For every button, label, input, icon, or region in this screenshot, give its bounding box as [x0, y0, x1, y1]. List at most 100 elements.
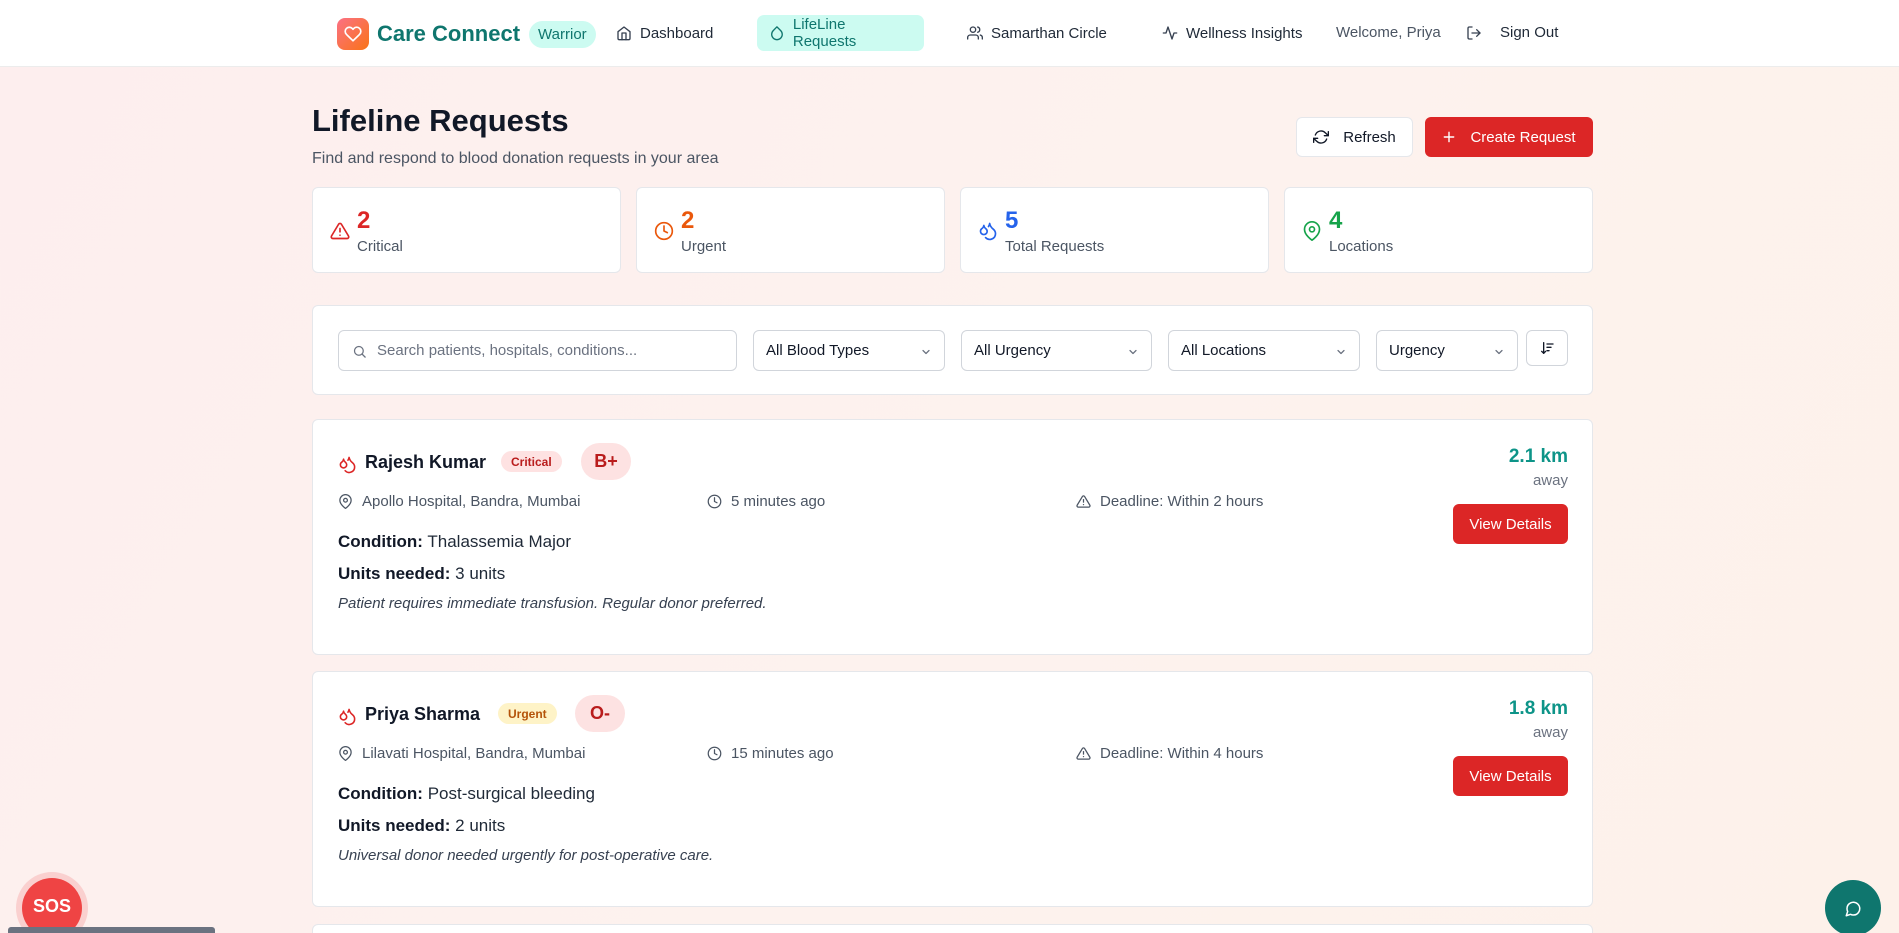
map-pin-icon [339, 494, 352, 509]
bottom-status-strip [8, 927, 215, 933]
urgency-badge: Critical [501, 451, 562, 472]
condition-value: Post-surgical bleeding [427, 784, 595, 803]
view-details-button[interactable]: View Details [1453, 756, 1568, 796]
request-note: Universal donor needed urgently for post… [338, 847, 714, 864]
deadline: Deadline: Within 2 hours [1076, 493, 1263, 510]
stat-total-requests: 5 Total Requests [960, 187, 1269, 273]
droplets-icon [339, 708, 356, 726]
posted-time-text: 15 minutes ago [731, 745, 834, 762]
message-circle-icon [1845, 901, 1861, 917]
sort-by-select-value: Urgency [1389, 342, 1445, 359]
users-icon [967, 26, 983, 40]
deadline-text: Deadline: Within 4 hours [1100, 745, 1264, 762]
urgency-select-value: All Urgency [974, 342, 1051, 359]
stat-locations-label: Locations [1329, 238, 1394, 255]
nav-wellness-insights[interactable]: Wellness Insights [1150, 15, 1314, 51]
stat-critical: 2 Critical [312, 187, 621, 273]
location-select-value: All Locations [1181, 342, 1267, 359]
sort-order-button[interactable] [1526, 330, 1568, 366]
sign-out-button[interactable]: Sign Out [1466, 24, 1558, 41]
nav-dashboard[interactable]: Dashboard [604, 15, 725, 51]
units-value: 3 units [455, 564, 506, 583]
create-request-button[interactable]: Create Request [1425, 117, 1593, 157]
sign-out-label: Sign Out [1500, 24, 1559, 41]
alert-triangle-icon [330, 222, 350, 240]
refresh-icon [1313, 130, 1330, 144]
nav-wellness-label: Wellness Insights [1186, 24, 1303, 42]
heart-icon [337, 18, 369, 50]
plus-icon [1444, 131, 1455, 143]
search-icon [353, 345, 366, 358]
brand-name: Care Connect [377, 21, 521, 46]
blood-type-badge: O- [575, 695, 625, 732]
chevron-down-icon [1495, 349, 1503, 355]
stat-critical-label: Critical [357, 238, 403, 255]
chat-button[interactable] [1825, 880, 1881, 933]
nav-lifeline-requests[interactable]: LifeLine Requests [757, 15, 924, 51]
condition: Condition: Thalassemia Major [338, 532, 571, 552]
alert-triangle-icon [1076, 495, 1091, 508]
nav-samarthan-label: Samarthan Circle [991, 24, 1107, 42]
search-input[interactable] [377, 331, 727, 370]
request-card-partial [312, 924, 1593, 933]
map-pin-icon [1303, 221, 1321, 241]
top-navbar: Care Connect Warrior Dashboard LifeLine … [0, 0, 1899, 67]
search-box[interactable] [338, 330, 737, 371]
patient-name: Priya Sharma [365, 704, 481, 724]
request-note: Patient requires immediate transfusion. … [338, 595, 767, 612]
hospital-location: Apollo Hospital, Bandra, Mumbai [338, 493, 580, 510]
units-value: 2 units [455, 816, 506, 835]
request-card: Priya Sharma Urgent O- Lilavati Hospital… [312, 671, 1593, 907]
droplet-icon [771, 26, 783, 41]
refresh-label: Refresh [1343, 128, 1396, 146]
hospital-location: Lilavati Hospital, Bandra, Mumbai [338, 745, 585, 762]
units-label: Units needed: [338, 564, 451, 583]
chevron-down-icon [1129, 349, 1137, 355]
chevron-down-icon [1337, 349, 1345, 355]
sos-button[interactable]: SOS [22, 878, 82, 933]
condition: Condition: Post-surgical bleeding [338, 784, 595, 804]
blood-type-select-value: All Blood Types [766, 342, 870, 359]
droplets-icon [979, 222, 997, 241]
nav-lifeline-label: LifeLine Requests [792, 16, 857, 50]
create-request-label: Create Request [1470, 128, 1576, 146]
welcome-text: Welcome, Priya [1336, 24, 1441, 41]
view-details-label: View Details [1469, 767, 1552, 785]
sort-descending-icon [1541, 342, 1554, 354]
stat-total-value: 5 [1005, 207, 1019, 234]
distance-suffix: away [1532, 724, 1568, 741]
hospital-text: Lilavati Hospital, Bandra, Mumbai [362, 745, 586, 762]
urgency-select[interactable]: All Urgency [961, 330, 1152, 371]
clock-icon [707, 494, 722, 509]
nav-samarthan-circle[interactable]: Samarthan Circle [955, 15, 1119, 51]
refresh-button[interactable]: Refresh [1296, 117, 1413, 157]
view-details-button[interactable]: View Details [1453, 504, 1568, 544]
brand[interactable]: Care Connect Warrior [337, 18, 596, 50]
units-label: Units needed: [338, 816, 451, 835]
urgency-badge: Urgent [498, 703, 557, 724]
alert-triangle-icon [1076, 747, 1091, 760]
posted-time-text: 5 minutes ago [731, 493, 826, 510]
page-title: Lifeline Requests [312, 103, 569, 138]
deadline: Deadline: Within 4 hours [1076, 745, 1263, 762]
stat-total-label: Total Requests [1005, 238, 1105, 255]
blood-type-select[interactable]: All Blood Types [753, 330, 945, 371]
sos-label: SOS [32, 896, 71, 916]
droplets-icon [339, 456, 356, 474]
map-pin-icon [339, 746, 352, 761]
location-select[interactable]: All Locations [1168, 330, 1360, 371]
role-badge: Warrior [529, 20, 596, 48]
sort-by-select[interactable]: Urgency [1376, 330, 1518, 371]
activity-icon [1162, 26, 1178, 40]
distance-suffix: away [1532, 472, 1568, 489]
distance: 1.8 km [1508, 698, 1568, 719]
condition-label: Condition: [338, 784, 423, 803]
stat-locations: 4 Locations [1284, 187, 1593, 273]
stat-critical-value: 2 [357, 207, 371, 234]
deadline-text: Deadline: Within 2 hours [1100, 493, 1264, 510]
units-needed: Units needed: 2 units [338, 816, 505, 836]
view-details-label: View Details [1469, 515, 1552, 533]
hospital-text: Apollo Hospital, Bandra, Mumbai [362, 493, 581, 510]
stat-urgent-label: Urgent [681, 238, 727, 255]
page-subtitle: Find and respond to blood donation reque… [312, 150, 719, 167]
